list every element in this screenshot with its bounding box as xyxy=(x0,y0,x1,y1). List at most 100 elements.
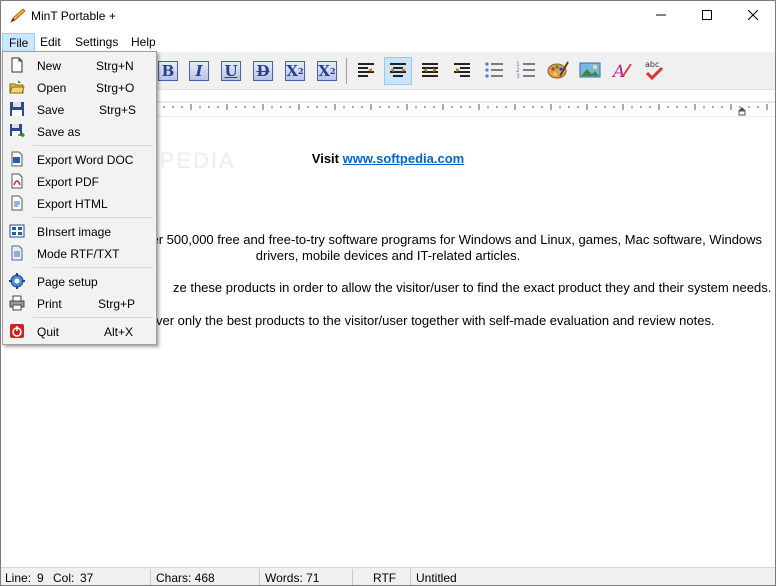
svg-text:A: A xyxy=(611,62,625,80)
italic-icon: I xyxy=(189,61,209,81)
menu-item-label: Quit xyxy=(37,325,60,339)
minimize-button[interactable] xyxy=(638,1,684,31)
new-document-icon xyxy=(9,57,25,73)
picture-icon xyxy=(579,61,601,82)
menu-item-export-pdf[interactable]: Export PDF xyxy=(5,170,154,192)
status-filename: Untitled xyxy=(416,571,457,585)
align-left-button[interactable] xyxy=(352,57,380,85)
spellcheck-icon: abc xyxy=(642,59,666,84)
insert-picture-button[interactable] xyxy=(576,57,604,85)
align-right-icon xyxy=(452,61,472,82)
status-divider xyxy=(352,569,353,585)
menu-item-save[interactable]: Save Strg+S xyxy=(5,98,154,120)
menu-separator xyxy=(33,145,153,146)
status-mode: RTF xyxy=(373,571,397,585)
spellcheck-button[interactable]: abc xyxy=(640,57,668,85)
font-icon: A xyxy=(611,60,633,83)
insert-image-icon xyxy=(9,223,25,239)
menu-bar: File Edit Settings Help xyxy=(1,31,775,52)
menu-item-label: Print xyxy=(37,297,62,311)
status-line-label: Line: xyxy=(5,571,32,585)
menu-separator xyxy=(33,267,153,268)
align-right-button[interactable] xyxy=(448,57,476,85)
printer-icon xyxy=(9,295,25,311)
status-divider xyxy=(150,569,151,585)
menu-item-print[interactable]: Print Strg+P xyxy=(5,292,154,314)
status-col-value: 37 xyxy=(80,571,94,585)
bullet-list-button[interactable] xyxy=(480,57,508,85)
palette-icon xyxy=(547,60,569,83)
svg-text:3: 3 xyxy=(516,73,520,79)
bold-icon: B xyxy=(158,61,178,81)
underline-button[interactable]: U xyxy=(217,57,245,85)
menu-item-page-setup[interactable]: Page setup xyxy=(5,270,154,292)
pencil-app-icon xyxy=(9,8,27,24)
menu-item-quit[interactable]: Quit Alt+X xyxy=(5,320,154,342)
paragraph-1-line-1: ver 500,000 free and free-to-try softwar… xyxy=(145,232,763,247)
menu-file[interactable]: File xyxy=(2,33,36,52)
status-words: Words: 71 xyxy=(265,571,320,585)
menu-edit[interactable]: Edit xyxy=(34,33,67,52)
italic-button[interactable]: I xyxy=(185,57,213,85)
menu-item-label: Export PDF xyxy=(37,175,100,189)
align-justify-button[interactable] xyxy=(416,57,444,85)
align-center-icon xyxy=(388,61,408,82)
strikethrough-button[interactable]: D xyxy=(249,57,277,85)
menu-item-label: New xyxy=(37,59,62,73)
align-center-button[interactable] xyxy=(384,57,412,85)
app-window: MinT Portable + File Edit Settings Help … xyxy=(0,0,776,586)
menu-item-shortcut: Strg+S xyxy=(99,103,137,117)
subscript-x: X xyxy=(318,61,331,80)
color-palette-button[interactable] xyxy=(544,57,572,85)
menu-item-label: Mode RTF/TXT xyxy=(37,247,120,261)
maximize-icon xyxy=(702,9,712,23)
menu-item-label: Save xyxy=(37,103,65,117)
paragraph-2: ze these products in order to allow the … xyxy=(173,280,772,295)
menu-help[interactable]: Help xyxy=(125,33,162,52)
menu-item-save-as[interactable]: Save as xyxy=(5,120,154,142)
paragraph-3: ver only the best products to the visito… xyxy=(156,313,715,328)
strikethrough-icon: D xyxy=(253,61,273,81)
page-setup-icon xyxy=(9,273,25,289)
mode-icon xyxy=(9,245,25,261)
menu-item-new[interactable]: New Strg+N xyxy=(5,54,154,76)
toolbar-separator xyxy=(346,58,347,84)
bold-button[interactable]: B xyxy=(154,57,182,85)
close-icon xyxy=(747,9,759,23)
maximize-button[interactable] xyxy=(684,1,730,31)
file-menu-dropdown: New Strg+N Open Strg+O Save Strg+S Save … xyxy=(2,51,157,345)
superscript-mark: 2 xyxy=(298,66,304,76)
menu-item-export-word[interactable]: Export Word DOC xyxy=(5,148,154,170)
align-justify-icon xyxy=(420,61,440,82)
bullet-list-icon xyxy=(484,61,504,82)
pdf-icon xyxy=(9,173,25,189)
subscript-button[interactable]: X2 xyxy=(313,57,341,85)
status-col-label: Col: xyxy=(53,571,75,585)
status-divider xyxy=(410,569,411,585)
menu-item-open[interactable]: Open Strg+O xyxy=(5,76,154,98)
menu-settings[interactable]: Settings xyxy=(69,33,124,52)
quit-icon xyxy=(9,323,25,339)
menu-item-shortcut: Strg+O xyxy=(96,81,135,95)
align-left-icon xyxy=(356,61,376,82)
numbered-list-button[interactable]: 123 xyxy=(512,57,540,85)
word-doc-icon xyxy=(9,151,25,167)
status-divider xyxy=(259,569,260,585)
title-bar: MinT Portable + xyxy=(1,1,775,31)
softpedia-link[interactable]: www.softpedia.com xyxy=(343,151,465,166)
menu-item-mode[interactable]: Mode RTF/TXT xyxy=(5,242,154,264)
numbered-list-icon: 123 xyxy=(516,61,536,82)
menu-item-insert-image[interactable]: BInsert image xyxy=(5,220,154,242)
menu-item-label: Open xyxy=(37,81,67,95)
menu-separator xyxy=(33,217,153,218)
superscript-x: X xyxy=(286,61,299,80)
menu-item-shortcut: Alt+X xyxy=(104,325,134,339)
font-style-button[interactable]: A xyxy=(608,57,636,85)
underline-icon: U xyxy=(221,61,241,81)
save-as-icon xyxy=(9,123,26,139)
menu-item-export-html[interactable]: Export HTML xyxy=(5,192,154,214)
menu-item-label: Page setup xyxy=(37,275,98,289)
superscript-button[interactable]: X2 xyxy=(281,57,309,85)
status-chars: Chars: 468 xyxy=(156,571,215,585)
close-button[interactable] xyxy=(730,1,775,31)
